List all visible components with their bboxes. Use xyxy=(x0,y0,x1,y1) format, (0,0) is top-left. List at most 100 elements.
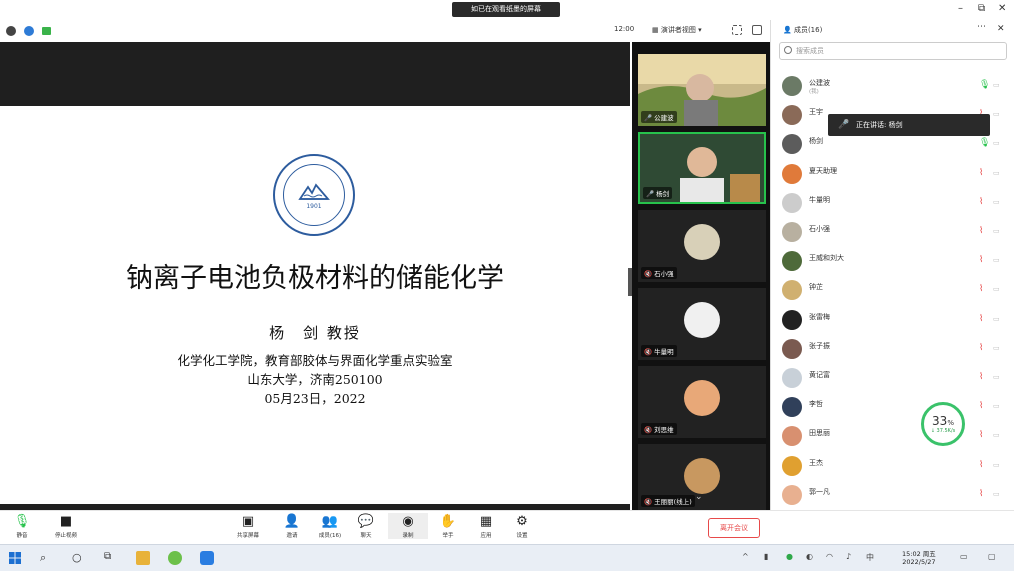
camera-icon: ■ xyxy=(59,514,73,529)
member-search-input[interactable]: 搜索成员 xyxy=(779,42,1007,60)
participant-row[interactable]: 牛量明 ⌇ ▭ xyxy=(771,189,1014,218)
task-view-icon[interactable]: ⧉ xyxy=(104,551,118,565)
tray-app-icon[interactable]: ● xyxy=(786,552,793,561)
leave-meeting-button[interactable]: 离开会议 xyxy=(708,518,760,538)
mic-muted-icon[interactable]: ⌇ xyxy=(979,372,983,382)
mic-muted-icon[interactable]: ⌇ xyxy=(979,197,983,207)
participant-row[interactable]: 石小强 ⌇ ▭ xyxy=(771,218,1014,247)
close-button[interactable]: ✕ xyxy=(998,3,1006,14)
video-tile[interactable]: 🎤 公建波 xyxy=(638,54,766,126)
security-shield-icon[interactable] xyxy=(24,26,34,36)
participant-row[interactable]: 夏天助理 ⌇ ▭ xyxy=(771,160,1014,189)
volume-icon[interactable]: ♪ xyxy=(846,552,851,561)
input-method-icon[interactable]: 中 xyxy=(866,552,874,563)
share-screen-button[interactable]: ▣ 共享屏幕 xyxy=(228,513,268,539)
camera-off-icon[interactable]: ▭ xyxy=(993,169,1000,177)
camera-off-icon[interactable]: ▭ xyxy=(993,81,1000,89)
participant-row[interactable]: 王威和刘大 ⌇ ▭ xyxy=(771,247,1014,276)
search-icon[interactable]: ⌕ xyxy=(40,551,54,565)
layout-icon[interactable] xyxy=(752,25,762,35)
gear-icon: ⚙ xyxy=(516,514,528,529)
camera-off-icon[interactable]: ▭ xyxy=(993,227,1000,235)
mic-muted-icon[interactable]: ⌇ xyxy=(979,284,983,294)
participant-row[interactable]: 李哲 ⌇ ▭ xyxy=(771,393,1014,422)
tray-expand-icon[interactable]: ^ xyxy=(742,552,749,561)
mic-muted-icon[interactable]: ⌇ xyxy=(979,255,983,265)
file-explorer-icon[interactable] xyxy=(136,551,150,565)
camera-off-icon[interactable]: ▭ xyxy=(993,256,1000,264)
participant-row[interactable]: 公建波 (我) 🎙 ▭ xyxy=(771,72,1014,101)
meeting-app-icon[interactable] xyxy=(200,551,214,565)
tray-app-icon[interactable]: ▮ xyxy=(764,552,768,561)
participant-name: 黄记富 xyxy=(809,371,830,379)
participant-row[interactable]: 钟芷 ⌇ ▭ xyxy=(771,276,1014,305)
camera-off-icon[interactable]: ▭ xyxy=(993,198,1000,206)
mic-muted-icon[interactable]: ⌇ xyxy=(979,226,983,236)
apps-button[interactable]: ▦ 应用 xyxy=(466,513,506,539)
record-icon: ◉ xyxy=(402,514,414,529)
camera-off-icon[interactable]: ▭ xyxy=(993,431,1000,439)
system-clock[interactable]: 15:02 周五 2022/5/27 xyxy=(902,548,936,566)
tray-app-icon[interactable]: ◐ xyxy=(806,552,813,561)
info-icon[interactable] xyxy=(6,26,16,36)
view-mode-button[interactable]: ▦ 演讲者视图 ▾ xyxy=(652,25,702,35)
scroll-down-icon[interactable]: ⌄ xyxy=(695,492,703,502)
mic-on-icon[interactable]: 🎙 xyxy=(979,80,990,90)
video-tile[interactable]: 🔇 石小强 xyxy=(638,210,766,282)
invite-button[interactable]: 👤 邀请 xyxy=(272,513,312,539)
participant-avatar xyxy=(782,251,802,272)
camera-off-icon[interactable]: ▭ xyxy=(993,110,1000,118)
settings-button[interactable]: ⚙ 设置 xyxy=(502,513,542,539)
participant-row[interactable]: 张雷梅 ⌇ ▭ xyxy=(771,306,1014,335)
fullscreen-icon[interactable] xyxy=(732,25,742,35)
show-desktop-icon[interactable]: ▢ xyxy=(988,552,996,561)
mute-button[interactable]: 🎙 静音 xyxy=(2,513,42,539)
cortana-icon[interactable]: ○ xyxy=(72,551,86,565)
signal-icon[interactable] xyxy=(42,27,51,35)
mic-muted-icon[interactable]: ⌇ xyxy=(979,401,983,411)
add-user-icon: 👤 xyxy=(283,514,301,529)
participant-row[interactable]: 田思丽 ⌇ ▭ xyxy=(771,422,1014,451)
camera-off-icon[interactable]: ▭ xyxy=(993,344,1000,352)
participant-row[interactable]: 黄记富 ⌇ ▭ xyxy=(771,364,1014,393)
participant-row[interactable]: 张子振 ⌇ ▭ xyxy=(771,335,1014,364)
notification-icon[interactable]: ▭ xyxy=(960,552,968,561)
network-icon[interactable]: ◠ xyxy=(826,552,833,561)
record-button[interactable]: ◉ 录制 xyxy=(388,513,428,539)
members-button[interactable]: 👥 成员(16) xyxy=(310,513,350,539)
mic-muted-icon[interactable]: ⌇ xyxy=(979,343,983,353)
video-tile[interactable]: 🔇 牛量明 xyxy=(638,288,766,360)
camera-off-icon[interactable]: ▭ xyxy=(993,402,1000,410)
mic-muted-icon[interactable]: ⌇ xyxy=(979,489,983,499)
mic-muted-icon[interactable]: ⌇ xyxy=(979,314,983,324)
chat-button[interactable]: 💬 聊天 xyxy=(346,513,386,539)
mic-muted-icon[interactable]: ⌇ xyxy=(979,430,983,440)
mic-muted-icon[interactable]: ⌇ xyxy=(979,168,983,178)
speaking-indicator: 🎤 正在讲话: 杨剑 xyxy=(828,114,990,136)
screen-share-notice[interactable]: 如已在观看纸墨的屏幕 xyxy=(452,2,560,17)
camera-off-icon[interactable]: ▭ xyxy=(993,315,1000,323)
participant-row[interactable]: 王杰 ⌇ ▭ xyxy=(771,452,1014,481)
video-tile-active-speaker[interactable]: 🎤 杨剑 xyxy=(638,132,766,204)
close-panel-icon[interactable]: ✕ xyxy=(997,24,1005,34)
camera-off-icon[interactable]: ▭ xyxy=(993,490,1000,498)
camera-off-icon[interactable]: ▭ xyxy=(993,373,1000,381)
video-tile[interactable]: 🔇 刘思维 xyxy=(638,366,766,438)
more-options-icon[interactable]: ⋯ xyxy=(977,22,986,32)
minimize-button[interactable]: – xyxy=(958,3,963,14)
raise-hand-button[interactable]: ✋ 举手 xyxy=(428,513,468,539)
participant-name: 杨剑 xyxy=(809,137,823,146)
camera-off-icon[interactable]: ▭ xyxy=(993,285,1000,293)
participant-avatar xyxy=(782,134,802,155)
restore-button[interactable]: ⧉ xyxy=(978,3,985,14)
camera-off-icon[interactable]: ▭ xyxy=(993,461,1000,469)
stop-video-button[interactable]: ■ 停止视频 xyxy=(46,513,86,539)
network-speed-gauge[interactable]: 33% ↓ 37.5K/s xyxy=(921,402,965,446)
camera-off-icon[interactable]: ▭ xyxy=(993,139,1000,147)
browser-icon[interactable] xyxy=(168,551,182,565)
mic-muted-icon[interactable]: ⌇ xyxy=(979,460,983,470)
windows-start-icon[interactable] xyxy=(8,551,22,565)
mic-on-icon[interactable]: 🎙 xyxy=(979,138,990,148)
participant-row[interactable]: 郭一凡 ⌇ ▭ xyxy=(771,481,1014,510)
participant-name: 郭一凡 xyxy=(809,487,830,496)
